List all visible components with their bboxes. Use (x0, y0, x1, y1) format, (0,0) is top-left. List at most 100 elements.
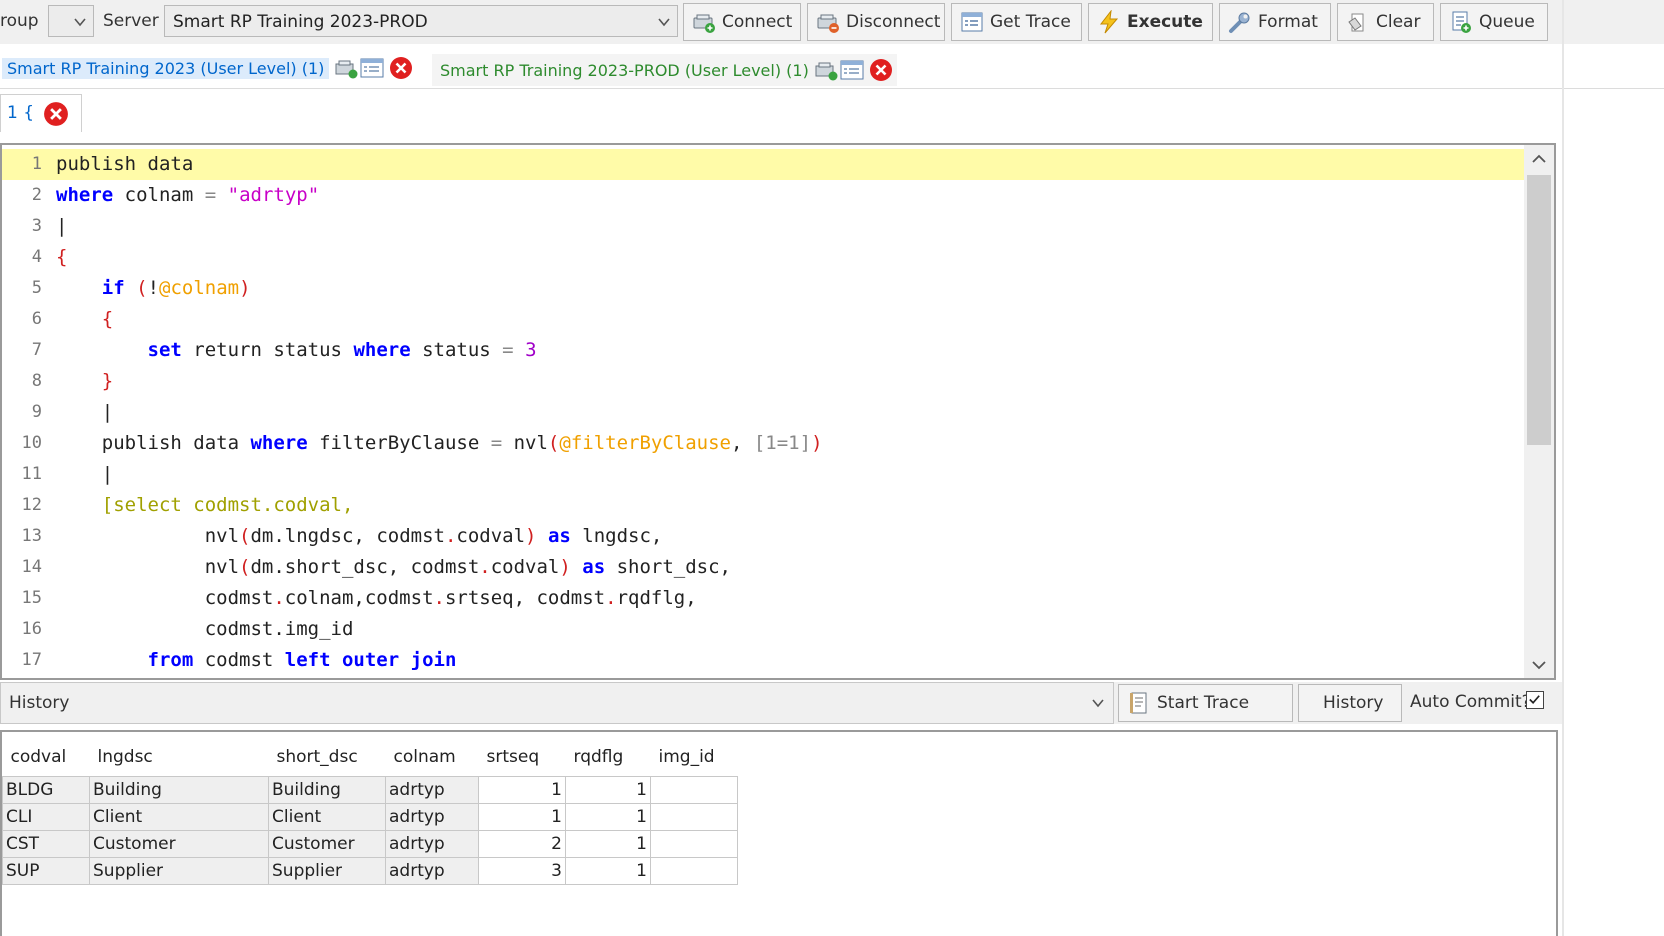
table-cell[interactable]: adrtyp (385, 803, 479, 831)
chevron-down-icon[interactable] (1531, 657, 1547, 673)
code-line[interactable]: 11 | (2, 459, 1525, 490)
connect-icon[interactable] (813, 57, 839, 83)
code-token: ) (239, 277, 251, 299)
table-cell[interactable]: 1 (478, 776, 566, 804)
table-cell[interactable]: SUP (2, 857, 90, 885)
code-line[interactable]: 7 set return status where status = 3 (2, 335, 1525, 366)
chevron-up-icon[interactable] (1531, 151, 1547, 167)
execute-button[interactable]: Execute (1088, 3, 1213, 41)
table-cell[interactable]: 1 (565, 776, 651, 804)
table-cell[interactable] (650, 803, 738, 831)
table-cell[interactable]: CST (2, 830, 90, 858)
line-number: 5 (31, 278, 42, 298)
close-icon[interactable] (869, 58, 893, 82)
queue-button[interactable]: Queue (1440, 3, 1548, 41)
table-cell[interactable]: BLDG (2, 776, 90, 804)
table-cell[interactable]: 1 (565, 830, 651, 858)
table-cell[interactable]: Supplier (89, 857, 269, 885)
table-row[interactable]: CST Customer Customer adrtyp 2 1 (2, 830, 738, 858)
table-cell[interactable]: Customer (268, 830, 386, 858)
editor-vertical-scrollbar[interactable] (1524, 145, 1554, 678)
table-cell[interactable]: 2 (478, 830, 566, 858)
history-button-label: History (1323, 693, 1384, 713)
table-cell[interactable]: Client (89, 803, 269, 831)
code-token: nvl (56, 556, 240, 578)
close-icon[interactable] (43, 101, 69, 127)
get-trace-button[interactable]: Get Trace (951, 3, 1082, 41)
disconnect-button[interactable]: Disconnect (807, 3, 945, 41)
code-token: codmst (56, 587, 274, 609)
clear-button[interactable]: Clear (1337, 3, 1434, 41)
code-line[interactable]: 17 from codmst left outer join (2, 645, 1525, 676)
code-line[interactable]: 5 if (!@colnam) (2, 273, 1525, 304)
code-editor[interactable]: 1 publish data 2 where colnam = "adrtyp" 3 | 4… (0, 143, 1556, 680)
column-header-srtseq[interactable]: srtseq (478, 738, 566, 777)
trace-window-icon[interactable] (839, 57, 865, 83)
table-row[interactable]: BLDG Building Building adrtyp 1 1 (2, 776, 738, 804)
start-trace-button[interactable]: Start Trace (1118, 684, 1293, 722)
code-line[interactable]: 6 { (2, 304, 1525, 335)
table-row[interactable]: SUP Supplier Supplier adrtyp 3 1 (2, 857, 738, 885)
table-cell[interactable] (650, 776, 738, 804)
table-cell[interactable]: 1 (565, 803, 651, 831)
table-cell[interactable]: Supplier (268, 857, 386, 885)
column-header-colnam[interactable]: colnam (385, 738, 479, 777)
table-cell[interactable]: 3 (478, 857, 566, 885)
code-line[interactable]: 3 | (2, 211, 1525, 242)
connection-tab-training-2023[interactable]: Smart RP Training 2023 (User Level) (1) (2, 52, 413, 84)
connect-icon[interactable] (333, 55, 359, 81)
format-button[interactable]: Format (1219, 3, 1331, 41)
table-cell[interactable]: 1 (478, 803, 566, 831)
connect-button[interactable]: Connect (683, 3, 801, 41)
table-cell[interactable]: CLI (2, 803, 90, 831)
table-cell[interactable]: Building (89, 776, 269, 804)
auto-commit-checkbox[interactable] (1526, 691, 1544, 709)
code-line[interactable]: 12 [select codmst.codval, (2, 490, 1525, 521)
table-cell[interactable]: adrtyp (385, 776, 479, 804)
code-line[interactable]: 13 nvl(dm.lngdsc, codmst.codval) as lngd… (2, 521, 1525, 552)
history-button[interactable]: History (1298, 684, 1402, 722)
table-row[interactable]: CLI Client Client adrtyp 1 1 (2, 803, 738, 831)
table-cell[interactable] (650, 830, 738, 858)
table-cell[interactable]: Client (268, 803, 386, 831)
table-cell[interactable]: adrtyp (385, 857, 479, 885)
code-line[interactable]: 15 codmst.colnam,codmst.srtseq, codmst.r… (2, 583, 1525, 614)
column-header-lngdsc[interactable]: lngdsc (89, 738, 269, 777)
auto-commit-label: Auto Commit? (1410, 692, 1531, 712)
results-grid[interactable]: codval lngdsc short_dsc colnam srtseq rqdflg i… (2, 738, 738, 885)
group-dropdown[interactable] (48, 5, 94, 37)
connection-tab-training-2023-prod[interactable]: Smart RP Training 2023-PROD (User Level)… (432, 54, 897, 86)
query-tab-1[interactable]: 1 { (0, 94, 82, 132)
code-line[interactable]: 10 publish data where filterByClause = n… (2, 428, 1525, 459)
code-token: | (56, 401, 114, 423)
history-dropdown[interactable]: History (0, 682, 1114, 724)
table-cell[interactable] (650, 857, 738, 885)
table-cell[interactable]: Customer (89, 830, 269, 858)
server-dropdown[interactable]: Smart RP Training 2023-PROD (164, 5, 678, 37)
code-line[interactable]: 16 codmst.img_id (2, 614, 1525, 645)
table-cell[interactable]: 1 (565, 857, 651, 885)
scrollbar-thumb[interactable] (1527, 175, 1551, 445)
code-token: nvl (56, 525, 240, 547)
code-token: dm.short_dsc, codmst (250, 556, 480, 578)
connection-tab-label: Smart RP Training 2023 (User Level) (1) (2, 57, 330, 79)
column-header-rqdflg[interactable]: rqdflg (565, 738, 651, 777)
code-line[interactable]: 2 where colnam = "adrtyp" (2, 180, 1525, 211)
code-line[interactable]: 14 nvl(dm.short_dsc, codmst.codval) as s… (2, 552, 1525, 583)
column-header-img-id[interactable]: img_id (650, 738, 738, 777)
code-token: | (56, 463, 114, 485)
column-header-short-dsc[interactable]: short_dsc (268, 738, 386, 777)
code-line[interactable]: 9 | (2, 397, 1525, 428)
column-header-codval[interactable]: codval (2, 738, 90, 777)
trace-window-icon[interactable] (359, 55, 385, 81)
code-line[interactable]: 8 } (2, 366, 1525, 397)
history-bar: History Start Trace History Auto Commit? (0, 682, 1564, 724)
line-number: 3 (31, 216, 42, 236)
close-icon[interactable] (389, 56, 413, 80)
code-token: = (502, 339, 514, 361)
code-line[interactable]: 1 publish data (2, 149, 1525, 180)
table-cell[interactable]: adrtyp (385, 830, 479, 858)
table-cell[interactable]: Building (268, 776, 386, 804)
line-number: 16 (21, 619, 42, 639)
code-line[interactable]: 4{ (2, 242, 1525, 273)
